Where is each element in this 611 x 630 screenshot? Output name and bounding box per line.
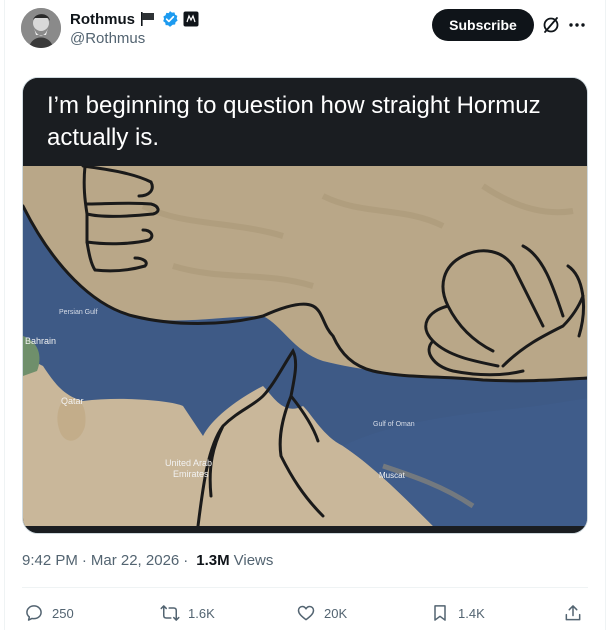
more-icon[interactable] [566, 14, 588, 36]
strait-map-image: Bahrain Qatar United Arab Emirates Musca… [23, 166, 587, 526]
bookmark-button[interactable]: 1.4K [430, 601, 485, 625]
reply-button[interactable]: 250 [24, 601, 74, 625]
post-actions: 250 1.6K 20K 1.4K [22, 601, 588, 625]
map-label-qatar: Qatar [61, 396, 84, 406]
views-label: Views [233, 552, 274, 569]
share-icon [565, 605, 581, 621]
author-name[interactable]: Rothmus [70, 11, 135, 28]
share-button[interactable] [563, 601, 583, 625]
author-name-row: Rothmus [70, 10, 199, 28]
map-label-bahrain: Bahrain [25, 336, 56, 346]
repost-icon [160, 605, 180, 621]
post-meta: 9:42 PM · Mar 22, 2026 · 1.3M Views [22, 552, 273, 569]
meme-caption: I’m beginning to question how straight H… [47, 92, 541, 151]
post-date[interactable]: Mar 22, 2026 [91, 552, 179, 569]
map-label-uae-2: Emirates [173, 469, 209, 479]
subscribe-button[interactable]: Subscribe [432, 9, 534, 41]
like-count: 20K [324, 605, 348, 621]
right-border [605, 0, 606, 630]
actions-divider [22, 587, 588, 588]
affiliate-badge-icon[interactable] [183, 11, 199, 27]
media-bottom-strip [23, 526, 587, 533]
map-label-persian-gulf: Persian Gulf [59, 309, 98, 316]
repost-button[interactable]: 1.6K [160, 601, 215, 625]
bookmark-icon [434, 605, 446, 621]
reply-icon [26, 605, 42, 621]
flag-icon [139, 11, 157, 27]
meta-separator: · [183, 552, 189, 569]
reply-count: 250 [52, 605, 74, 621]
avatar[interactable] [21, 8, 61, 48]
verified-badge-icon[interactable] [161, 10, 179, 28]
left-border [4, 0, 5, 630]
map-label-uae-1: United Arab [165, 458, 212, 468]
grok-icon[interactable] [542, 16, 560, 34]
post-time[interactable]: 9:42 PM [22, 552, 78, 569]
post-media[interactable]: I’m beginning to question how straight H… [22, 77, 588, 534]
author-handle[interactable]: @Rothmus [70, 30, 145, 47]
map-label-gulf-of-oman: Gulf of Oman [373, 421, 415, 428]
bookmark-count: 1.4K [458, 605, 485, 621]
meme-caption-bar: I’m beginning to question how straight H… [23, 78, 587, 166]
like-button[interactable]: 20K [296, 601, 347, 625]
views-count: 1.3M [196, 552, 230, 569]
repost-count: 1.6K [188, 605, 215, 621]
like-icon [297, 605, 315, 621]
meta-separator: · [81, 552, 87, 569]
map-label-muscat: Muscat [379, 471, 406, 480]
